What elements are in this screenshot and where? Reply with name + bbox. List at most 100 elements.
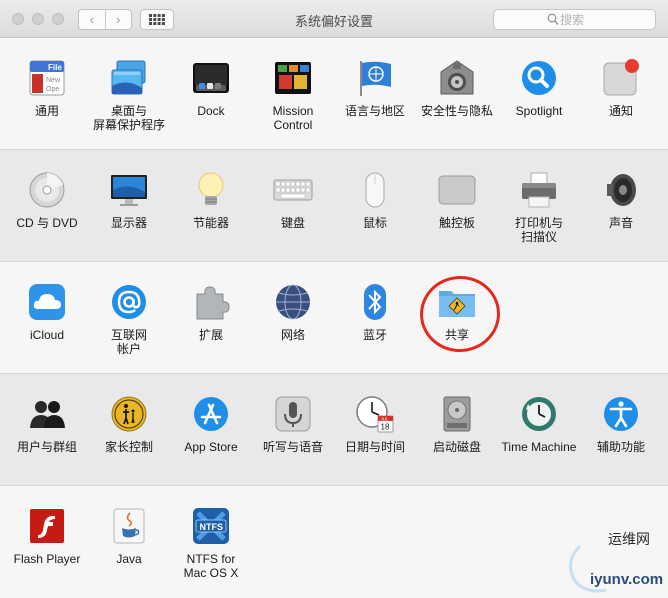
- pane-label: Flash Player: [13, 552, 81, 566]
- pane-extensions[interactable]: 扩展: [170, 282, 252, 342]
- pane-label: 用户与群组: [16, 440, 77, 454]
- pane-mission-control[interactable]: Mission Control: [252, 58, 334, 132]
- spotlight-icon: [519, 58, 559, 98]
- search-field[interactable]: [493, 9, 656, 30]
- ntfs-icon: NTFS: [191, 506, 231, 546]
- pane-notifications[interactable]: 通知: [580, 58, 662, 118]
- pane-parental-controls[interactable]: 家长控制: [88, 394, 170, 454]
- pane-label: 启动磁盘: [432, 440, 481, 454]
- pane-label: CD 与 DVD: [16, 216, 78, 230]
- pane-label: Java: [116, 552, 142, 566]
- keyboard-icon: [273, 170, 313, 210]
- pane-label: 听写与语音: [262, 440, 323, 454]
- system-preferences-window: ‹ › 系统偏好设置 搜索 File New Ope 通用 桌面与 屏幕保护程序…: [0, 0, 668, 598]
- section-system: 用户与群组 家长控制 App Store 听写与语音 JUL 18 日期与时间 …: [0, 374, 668, 486]
- pane-label: 日期与时间: [344, 440, 405, 454]
- pane-general[interactable]: File New Ope 通用: [6, 58, 88, 118]
- pane-dictation-speech[interactable]: 听写与语音: [252, 394, 334, 454]
- pane-label: 网络: [280, 328, 305, 342]
- zoom-window-button[interactable]: [52, 13, 64, 25]
- pane-sound[interactable]: 声音: [580, 170, 662, 230]
- pane-label: 家长控制: [104, 440, 153, 454]
- pane-displays[interactable]: 显示器: [88, 170, 170, 230]
- displays-icon: [109, 170, 149, 210]
- pane-label: 蓝牙: [362, 328, 387, 342]
- svg-text:JUL: JUL: [381, 416, 389, 421]
- pane-icloud[interactable]: iCloud: [6, 282, 88, 342]
- close-window-button[interactable]: [12, 13, 24, 25]
- bluetooth-icon: [355, 282, 395, 322]
- pane-network[interactable]: 网络: [252, 282, 334, 342]
- section-personal: File New Ope 通用 桌面与 屏幕保护程序 Dock Mission …: [0, 38, 668, 150]
- forward-button[interactable]: ›: [104, 10, 132, 29]
- svg-text:Ope: Ope: [46, 86, 59, 93]
- pane-date-time[interactable]: JUL 18 日期与时间: [334, 394, 416, 454]
- cd-dvd-icon: [27, 170, 67, 210]
- pane-cd-dvd[interactable]: CD 与 DVD: [6, 170, 88, 230]
- pane-dock[interactable]: Dock: [170, 58, 252, 118]
- pane-label: Time Machine: [501, 440, 577, 454]
- minimize-window-button[interactable]: [32, 13, 44, 25]
- window-title: 系统偏好设置: [294, 14, 373, 29]
- network-icon: [273, 282, 313, 322]
- date-time-icon: JUL 18: [355, 394, 395, 434]
- general-icon: File New Ope: [27, 58, 67, 98]
- watermark-logo: 运维网 iyunv.com: [556, 526, 668, 598]
- section-internet-wireless: iCloud 互联网 帐户 扩展 网络 蓝牙 共享: [0, 262, 668, 374]
- section-hardware: CD 与 DVD 显示器 节能器 键盘 鼠标 触控板 打印机与 扫描仪 声音: [0, 150, 668, 262]
- pane-desktop-screensaver[interactable]: 桌面与 屏幕保护程序: [88, 58, 170, 132]
- internet-accounts-icon: [109, 282, 149, 322]
- mouse-icon: [355, 170, 395, 210]
- navigation-buttons: ‹ ›: [78, 9, 132, 30]
- back-button[interactable]: ‹: [79, 10, 105, 29]
- pane-language-region[interactable]: 语言与地区: [334, 58, 416, 118]
- dock-icon: [191, 58, 231, 98]
- icloud-icon: [27, 282, 67, 322]
- svg-text:File: File: [48, 63, 62, 72]
- pane-label: iCloud: [29, 328, 65, 342]
- pane-energy-saver[interactable]: 节能器: [170, 170, 252, 230]
- pane-users-groups[interactable]: 用户与群组: [6, 394, 88, 454]
- security-privacy-icon: [437, 58, 477, 98]
- pane-label: 安全性与隐私: [420, 104, 493, 118]
- pane-internet-accounts[interactable]: 互联网 帐户: [88, 282, 170, 356]
- users-groups-icon: [27, 394, 67, 434]
- mission-control-icon: [273, 58, 313, 98]
- pane-label: 显示器: [110, 216, 147, 230]
- pane-label: App Store: [184, 440, 238, 454]
- pane-spotlight[interactable]: Spotlight: [498, 58, 580, 118]
- show-all-button[interactable]: [140, 9, 174, 30]
- app-store-icon: [191, 394, 231, 434]
- pane-label: Spotlight: [515, 104, 563, 118]
- pane-label: NTFS for Mac OS X: [183, 552, 239, 580]
- energy-saver-icon: [191, 170, 231, 210]
- watermark-name: 运维网: [608, 531, 650, 547]
- pane-trackpad[interactable]: 触控板: [416, 170, 498, 230]
- pane-label: Mission Control: [272, 104, 314, 132]
- pane-java[interactable]: Java: [88, 506, 170, 566]
- pane-label: 节能器: [192, 216, 229, 230]
- pane-label: 语言与地区: [344, 104, 405, 118]
- pane-accessibility[interactable]: 辅助功能: [580, 394, 662, 454]
- pane-time-machine[interactable]: Time Machine: [498, 394, 580, 454]
- java-icon: [109, 506, 149, 546]
- pane-app-store[interactable]: App Store: [170, 394, 252, 454]
- extensions-icon: [191, 282, 231, 322]
- accessibility-icon: [601, 394, 641, 434]
- sound-icon: [601, 170, 641, 210]
- pane-keyboard[interactable]: 键盘: [252, 170, 334, 230]
- pane-bluetooth[interactable]: 蓝牙: [334, 282, 416, 342]
- pane-printers-scanners[interactable]: 打印机与 扫描仪: [498, 170, 580, 244]
- flash-player-icon: [27, 506, 67, 546]
- pane-flash-player[interactable]: Flash Player: [6, 506, 88, 566]
- printer-scanner-icon: [519, 170, 559, 210]
- pane-label: 通知: [608, 104, 633, 118]
- pane-startup-disk[interactable]: 启动磁盘: [416, 394, 498, 454]
- pane-security-privacy[interactable]: 安全性与隐私: [416, 58, 498, 118]
- search-input[interactable]: [560, 12, 650, 27]
- pane-mouse[interactable]: 鼠标: [334, 170, 416, 230]
- pane-label: 桌面与 屏幕保护程序: [92, 104, 165, 132]
- pane-ntfs[interactable]: NTFS NTFS for Mac OS X: [170, 506, 252, 580]
- notifications-icon: [601, 58, 641, 98]
- search-icon: [547, 13, 559, 26]
